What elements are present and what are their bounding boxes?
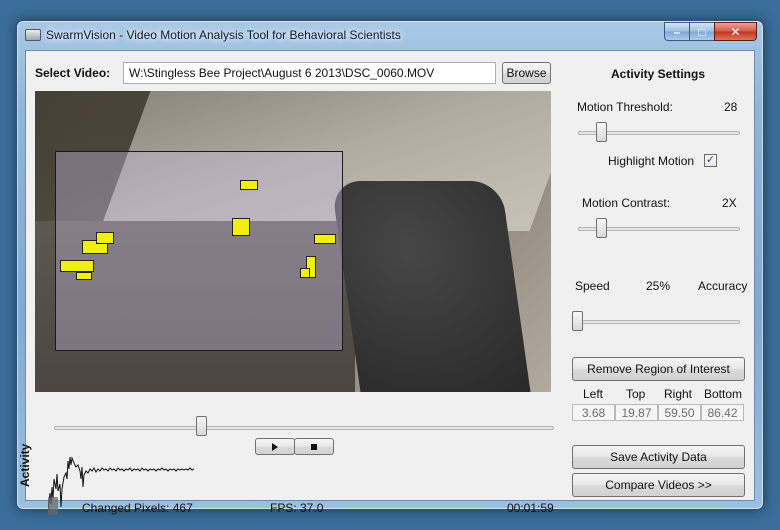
close-icon: ✕ <box>730 24 741 39</box>
motion-highlight <box>60 260 94 272</box>
roi-left-header: Left <box>583 387 604 401</box>
playback-track[interactable] <box>54 426 554 430</box>
motion-highlight <box>76 272 92 280</box>
roi-right-header: Right <box>664 387 693 401</box>
highlight-motion-label: Highlight Motion <box>608 154 695 168</box>
motion-threshold-value: 28 <box>724 100 738 114</box>
roi-top-field[interactable]: 19.87 <box>615 404 658 421</box>
stop-icon <box>311 443 317 450</box>
minimize-button[interactable]: – <box>664 22 690 41</box>
motion-highlight <box>314 234 336 244</box>
speed-value: 25% <box>646 279 671 293</box>
roi-left-field[interactable]: 3.68 <box>572 404 615 421</box>
roi-top-header: Top <box>626 387 646 401</box>
motion-contrast-label: Motion Contrast: <box>582 196 671 210</box>
playback-thumb[interactable] <box>196 416 207 436</box>
activity-axis-label: Activity <box>18 443 32 487</box>
accuracy-label: Accuracy <box>698 279 748 293</box>
client-area: Select Video: W:\Stingless Bee Project\A… <box>18 50 755 515</box>
app-window: SwarmVision - Video Motion Analysis Tool… <box>16 20 764 515</box>
region-of-interest[interactable] <box>55 151 343 351</box>
maximize-icon: □ <box>698 24 706 39</box>
roi-bottom-header: Bottom <box>704 387 743 401</box>
app-icon <box>25 29 41 41</box>
motion-highlight <box>300 268 310 278</box>
motion-highlight <box>240 180 258 190</box>
play-icon <box>272 442 278 451</box>
window-controls: – □ ✕ <box>664 22 757 41</box>
speed-accuracy-thumb[interactable] <box>572 311 583 331</box>
save-activity-button[interactable]: Save Activity Data <box>572 445 745 469</box>
motion-contrast-thumb[interactable] <box>596 218 607 238</box>
fps-text: FPS: 37.0 <box>270 501 324 515</box>
select-video-label: Select Video: <box>35 66 111 80</box>
highlight-motion-checkbox[interactable]: ✓ <box>704 154 717 167</box>
elapsed-time-text: 00:01:59 <box>507 501 554 515</box>
roi-right-field[interactable]: 59.50 <box>658 404 701 421</box>
video-path-input[interactable]: W:\Stingless Bee Project\August 6 2013\D… <box>123 62 496 84</box>
maximize-button[interactable]: □ <box>689 22 715 41</box>
motion-threshold-label: Motion Threshold: <box>577 100 673 114</box>
speed-label: Speed <box>575 279 610 293</box>
motion-highlight <box>96 232 114 244</box>
play-button[interactable] <box>255 438 295 455</box>
activity-settings-title: Activity Settings <box>611 67 706 81</box>
stop-button[interactable] <box>294 438 334 455</box>
changed-pixels-text: Changed Pixels: 467 <box>82 501 193 515</box>
video-frame[interactable] <box>35 91 551 392</box>
speed-accuracy-track[interactable] <box>572 320 740 324</box>
window-title: SwarmVision - Video Motion Analysis Tool… <box>46 28 401 42</box>
title-bar[interactable]: SwarmVision - Video Motion Analysis Tool… <box>17 21 763 49</box>
roi-bottom-field[interactable]: 86.42 <box>701 404 744 421</box>
compare-videos-button[interactable]: Compare Videos >> <box>572 473 745 497</box>
motion-highlight <box>232 218 250 236</box>
motion-threshold-thumb[interactable] <box>596 122 607 142</box>
close-button[interactable]: ✕ <box>714 22 757 41</box>
minimize-icon: – <box>673 24 681 39</box>
sponge-image <box>330 181 534 392</box>
browse-button[interactable]: Browse <box>502 62 551 84</box>
motion-contrast-value: 2X <box>722 196 737 210</box>
remove-roi-button[interactable]: Remove Region of Interest <box>572 357 745 381</box>
